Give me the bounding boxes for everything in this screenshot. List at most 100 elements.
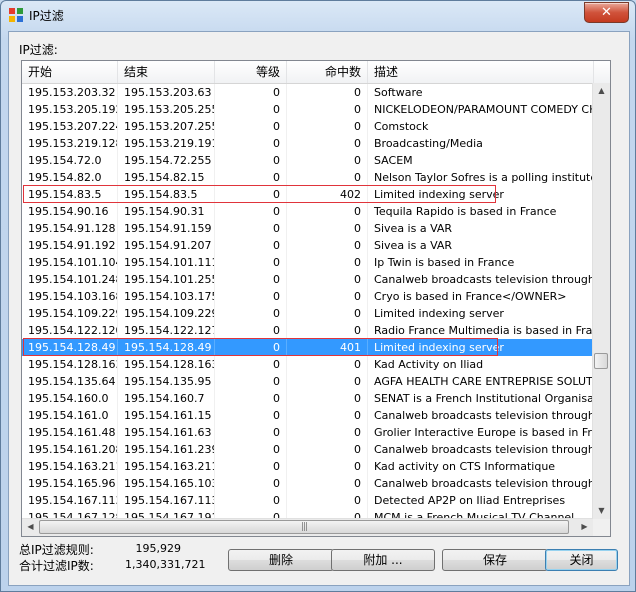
cell-level: 0	[215, 458, 287, 475]
cell-level: 0	[215, 254, 287, 271]
table-row[interactable]: 195.154.82.0 195.154.82.15 0 0 Nelson Taylor…	[22, 169, 596, 186]
cell-level: 0	[215, 203, 287, 220]
scroll-up-icon[interactable]: ▲	[593, 83, 610, 99]
table-row[interactable]: 195.154.160.0 195.154.160.7 0 0 SENAT is a F…	[22, 390, 596, 407]
cell-hits: 0	[287, 322, 368, 339]
cell-end-ip: 195.154.72.255	[118, 152, 215, 169]
save-button[interactable]: 保存	[442, 549, 548, 571]
cell-description: Canalweb broadcasts television through i…	[368, 271, 594, 288]
horizontal-scrollbar[interactable]: ◀ ||| ▶	[22, 518, 593, 536]
table-row[interactable]: 195.154.109.229 195.154.109.229 0 0 Limited …	[22, 305, 596, 322]
cell-start-ip: 195.154.82.0	[22, 169, 118, 186]
cell-hits: 0	[287, 84, 368, 101]
cell-end-ip: 195.153.207.255	[118, 118, 215, 135]
cell-hits: 0	[287, 220, 368, 237]
total-ips-label: 合计过滤IP数:	[19, 559, 94, 573]
cell-start-ip: 195.154.161.208	[22, 441, 118, 458]
table-row[interactable]: 195.154.91.128 195.154.91.159 0 0 Sivea is a…	[22, 220, 596, 237]
cell-description: Limited indexing server	[368, 339, 594, 356]
cell-description: Radio France Multimedia is based in Fran…	[368, 322, 594, 339]
cell-end-ip: 195.154.161.15	[118, 407, 215, 424]
ip-filter-group-label: IP过滤:	[19, 43, 58, 57]
cell-start-ip: 195.154.103.168	[22, 288, 118, 305]
table-row[interactable]: 195.154.128.163 195.154.128.163 0 0 Kad Acti…	[22, 356, 596, 373]
vertical-scroll-thumb[interactable]	[594, 353, 608, 369]
cell-level: 0	[215, 424, 287, 441]
scroll-down-icon[interactable]: ▼	[593, 503, 610, 519]
table-row[interactable]: 195.154.161.48 195.154.161.63 0 0 Grolier In…	[22, 424, 596, 441]
close-button[interactable]: 关闭	[545, 549, 618, 571]
total-ips-value: 1,340,331,721	[125, 558, 206, 571]
cell-description: Ip Twin is based in France	[368, 254, 594, 271]
table-row[interactable]: 195.154.165.96 195.154.165.103 0 0 Canalweb …	[22, 475, 596, 492]
ip-filter-dialog: IP过滤 ✕ IP过滤: 开始 结束 等级 命中数 描述 195.153.203…	[0, 0, 636, 592]
horizontal-scroll-thumb[interactable]: |||	[39, 520, 569, 534]
table-row[interactable]: 195.154.161.208 195.154.161.239 0 0 Canalweb…	[22, 441, 596, 458]
cell-start-ip: 195.154.72.0	[22, 152, 118, 169]
cell-end-ip: 195.154.165.103	[118, 475, 215, 492]
cell-end-ip: 195.154.83.5	[118, 186, 215, 203]
cell-description: Software	[368, 84, 594, 101]
table-row[interactable]: 195.154.83.5 195.154.83.5 0 402 Limited inde…	[22, 186, 596, 203]
table-row[interactable]: 195.153.205.192 195.153.205.255 0 0 NICKELOD…	[22, 101, 596, 118]
table-row[interactable]: 195.154.101.104 195.154.101.111 0 0 Ip Twin …	[22, 254, 596, 271]
table-row[interactable]: 195.153.203.32 195.153.203.63 0 0 Software	[22, 84, 596, 101]
total-rules-label: 总IP过滤规则:	[19, 543, 94, 557]
column-header-end[interactable]: 结束	[118, 61, 215, 83]
cell-start-ip: 195.154.101.248	[22, 271, 118, 288]
table-row[interactable]: 195.154.90.16 195.154.90.31 0 0 Tequila Rapi…	[22, 203, 596, 220]
table-row[interactable]: 195.154.167.113 195.154.167.113 0 0 Detected…	[22, 492, 596, 509]
window-close-button[interactable]: ✕	[584, 2, 629, 23]
cell-description: NICKELODEON/PARAMOUNT COMEDY CHAN...	[368, 101, 594, 118]
column-header-level[interactable]: 等级	[215, 61, 287, 83]
cell-end-ip: 195.154.91.207	[118, 237, 215, 254]
cell-hits: 0	[287, 203, 368, 220]
cell-start-ip: 195.154.83.5	[22, 186, 118, 203]
add-button[interactable]: 附加 ...	[331, 549, 435, 571]
cell-description: Limited indexing server	[368, 186, 594, 203]
cell-end-ip: 195.154.101.255	[118, 271, 215, 288]
cell-level: 0	[215, 186, 287, 203]
cell-end-ip: 195.153.205.255	[118, 101, 215, 118]
column-header-start[interactable]: 开始	[22, 61, 118, 83]
cell-level: 0	[215, 220, 287, 237]
cell-description: Cryo is based in France</OWNER>	[368, 288, 594, 305]
column-header-description[interactable]: 描述	[368, 61, 594, 83]
table-row[interactable]: 195.154.161.0 195.154.161.15 0 0 Canalweb br…	[22, 407, 596, 424]
cell-level: 0	[215, 118, 287, 135]
cell-end-ip: 195.153.203.63	[118, 84, 215, 101]
delete-button[interactable]: 删除	[228, 549, 334, 571]
cell-hits: 0	[287, 441, 368, 458]
table-row[interactable]: 195.153.219.128 195.153.219.191 0 0 Broadcas…	[22, 135, 596, 152]
cell-hits: 0	[287, 492, 368, 509]
cell-description: Kad activity on CTS Informatique	[368, 458, 594, 475]
column-header-hits[interactable]: 命中数	[287, 61, 368, 83]
cell-level: 0	[215, 441, 287, 458]
cell-hits: 0	[287, 152, 368, 169]
vertical-scrollbar[interactable]: ▲ ▼	[592, 83, 610, 519]
table-row[interactable]: 195.154.72.0 195.154.72.255 0 0 SACEM	[22, 152, 596, 169]
cell-hits: 0	[287, 356, 368, 373]
table-row[interactable]: 195.154.122.120 195.154.122.127 0 0 Radio Fr…	[22, 322, 596, 339]
title-bar[interactable]: IP过滤 ✕	[1, 1, 635, 27]
table-row[interactable]: 195.154.103.168 195.154.103.175 0 0 Cryo is …	[22, 288, 596, 305]
table-row[interactable]: 195.154.101.248 195.154.101.255 0 0 Canalweb…	[22, 271, 596, 288]
table-row[interactable]: 195.154.135.64 195.154.135.95 0 0 AGFA HEALT…	[22, 373, 596, 390]
cell-start-ip: 195.153.203.32	[22, 84, 118, 101]
cell-hits: 401	[287, 339, 368, 356]
scroll-right-icon[interactable]: ▶	[576, 519, 593, 535]
scrollbar-corner	[593, 519, 610, 536]
cell-level: 0	[215, 356, 287, 373]
ip-filter-list[interactable]: 开始 结束 等级 命中数 描述 195.153.203.32 195.153.20…	[21, 60, 611, 537]
cell-hits: 0	[287, 288, 368, 305]
dialog-body: IP过滤: 开始 结束 等级 命中数 描述 195.153.203.32 195.…	[8, 31, 630, 586]
table-row[interactable]: 195.154.91.192 195.154.91.207 0 0 Sivea is a…	[22, 237, 596, 254]
table-row[interactable]: 195.153.207.224 195.153.207.255 0 0 Comstock	[22, 118, 596, 135]
scroll-left-icon[interactable]: ◀	[22, 519, 39, 535]
cell-start-ip: 195.153.205.192	[22, 101, 118, 118]
cell-level: 0	[215, 373, 287, 390]
cell-start-ip: 195.154.167.113	[22, 492, 118, 509]
list-header: 开始 结束 等级 命中数 描述	[22, 61, 610, 84]
table-row[interactable]: 195.154.163.211 195.154.163.211 0 0 Kad acti…	[22, 458, 596, 475]
table-row[interactable]: 195.154.128.49 195.154.128.49 0 401 Limited …	[22, 339, 596, 356]
